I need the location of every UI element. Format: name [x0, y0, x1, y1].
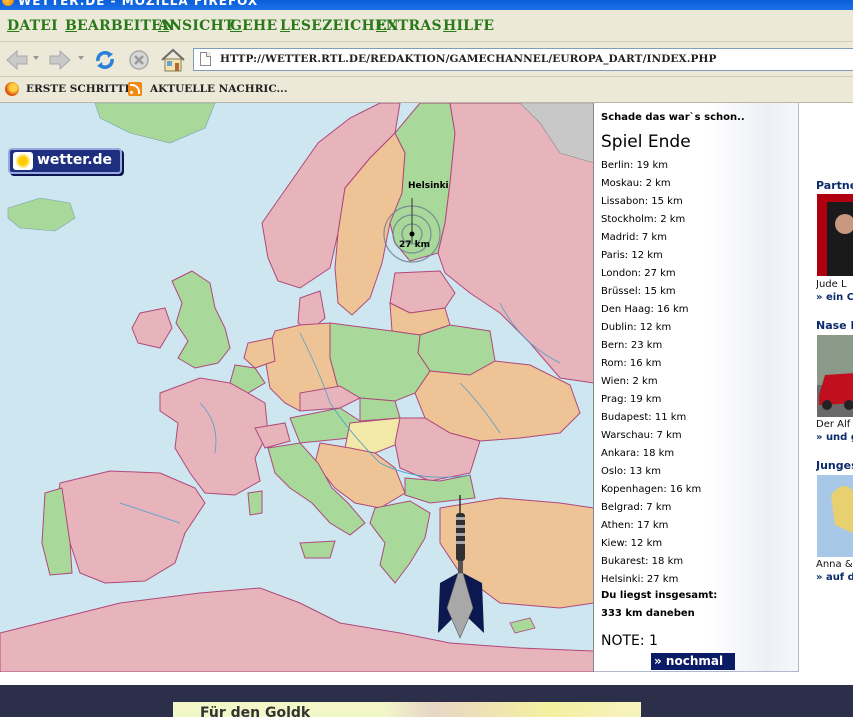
result-item: Kiew: 12 km [601, 538, 663, 549]
sidebar-section-heading[interactable]: Partne [816, 179, 853, 192]
grade-note: NOTE: 1 [601, 633, 658, 649]
sidebar-thumbnail[interactable] [817, 194, 853, 276]
wetter-de-logo[interactable]: wetter.de [8, 148, 122, 174]
result-item: Kopenhagen: 16 km [601, 484, 702, 495]
menu-hilfe[interactable]: Hilfe [443, 18, 494, 34]
menu-ansicht[interactable]: Ansicht [158, 18, 235, 34]
banner-text: Für den Goldk [200, 705, 311, 717]
europe-dart-map[interactable]: wetter.de Helsinki 27 km [0, 103, 594, 672]
logo-text: wetter.de [37, 152, 113, 168]
bookmark-erste-schritte[interactable]: Erste Schritte [26, 83, 133, 95]
sidebar-link[interactable]: » und g [816, 432, 853, 443]
result-item: Belgrad: 7 km [601, 502, 672, 513]
forward-arrow-icon[interactable] [46, 46, 74, 74]
page-icon [200, 52, 211, 66]
europe-map-graphic [0, 103, 593, 672]
page-content: wetter.de Helsinki 27 km Schade das war`… [0, 103, 853, 685]
result-item: Athen: 17 km [601, 520, 669, 531]
result-item: Stockholm: 2 km [601, 214, 686, 225]
browser-window: wetter.de - Mozilla Firefox Datei Bearbe… [0, 0, 853, 717]
result-item: London: 27 km [601, 268, 676, 279]
title-bar: wetter.de - Mozilla Firefox [0, 0, 853, 10]
reload-icon[interactable] [91, 46, 119, 74]
result-item: Prag: 19 km [601, 394, 662, 405]
rss-feed-icon [128, 82, 142, 96]
result-item: Brüssel: 15 km [601, 286, 676, 297]
game-over-title: Spiel Ende [601, 132, 691, 152]
target-city-label: Helsinki [408, 181, 449, 191]
result-item: Rom: 16 km [601, 358, 662, 369]
menu-datei[interactable]: Datei [7, 18, 58, 34]
bookmark-aktuelle-nachrichten[interactable]: Aktuelle Nachric... [150, 83, 287, 95]
sun-icon [13, 152, 33, 170]
firefox-icon [2, 0, 14, 6]
window-title: wetter.de - Mozilla Firefox [18, 0, 259, 8]
menu-extras[interactable]: Extras [376, 18, 442, 34]
result-item: Madrid: 7 km [601, 232, 667, 243]
result-item: Warschau: 7 km [601, 430, 682, 441]
sidebar-link[interactable]: » auf d [816, 572, 853, 583]
game-over-message: Schade das war`s schon.. [601, 112, 745, 123]
stop-icon[interactable] [125, 46, 153, 74]
sidebar-thumbnail[interactable] [817, 335, 853, 417]
sidebar-caption: Der Alf [816, 419, 851, 430]
sidebar-link[interactable]: » ein C [816, 292, 853, 303]
sidebar-section-heading[interactable]: Nase K [816, 319, 853, 332]
results-panel: Schade das war`s schon.. Spiel Ende Berl… [594, 103, 799, 672]
forward-history-dropdown[interactable] [78, 56, 84, 60]
result-item: Den Haag: 16 km [601, 304, 689, 315]
total-distance-label: Du liegst insgesamt: [601, 590, 718, 601]
back-arrow-icon[interactable] [3, 46, 31, 74]
result-item: Ankara: 18 km [601, 448, 675, 459]
page-footer: Für den Goldk [0, 685, 853, 717]
menu-gehe[interactable]: Gehe [230, 18, 277, 34]
right-sidebar: Partne Jude L » ein C Nase K Der Alf » u… [816, 103, 853, 685]
results-list: Berlin: 19 km Moskau: 2 km Lissabon: 15 … [601, 157, 701, 589]
menu-bar: Datei Bearbeiten Ansicht Gehe Lesezeiche… [0, 10, 853, 42]
back-history-dropdown[interactable] [33, 56, 39, 60]
result-item: Moskau: 2 km [601, 178, 671, 189]
distance-label: 27 km [399, 240, 431, 250]
result-item: Helsinki: 27 km [601, 574, 679, 585]
sidebar-caption: Anna & [816, 559, 853, 570]
result-item: Budapest: 11 km [601, 412, 687, 423]
total-distance-value: 333 km daneben [601, 608, 695, 619]
firefox-bookmark-icon [5, 82, 19, 96]
sidebar-caption: Jude L [816, 279, 847, 290]
result-item: Paris: 12 km [601, 250, 663, 261]
bookmarks-toolbar: Erste Schritte Aktuelle Nachric... [0, 77, 853, 103]
result-item: Berlin: 19 km [601, 160, 669, 171]
play-again-button[interactable]: » nochmal [651, 653, 735, 670]
result-item: Dublin: 12 km [601, 322, 672, 333]
url-bar[interactable]: http://wetter.rtl.de/redaktion/gamechann… [193, 48, 853, 71]
navigation-toolbar: http://wetter.rtl.de/redaktion/gamechann… [0, 42, 853, 77]
sidebar-section-heading[interactable]: Junges [816, 459, 853, 472]
result-item: Wien: 2 km [601, 376, 658, 387]
url-text[interactable]: http://wetter.rtl.de/redaktion/gamechann… [220, 53, 717, 65]
result-item: Bukarest: 18 km [601, 556, 684, 567]
advertisement-banner[interactable]: Für den Goldk [173, 702, 641, 717]
result-item: Bern: 23 km [601, 340, 663, 351]
result-item: Oslo: 13 km [601, 466, 661, 477]
home-icon[interactable] [159, 46, 187, 74]
result-item: Lissabon: 15 km [601, 196, 683, 207]
sidebar-thumbnail[interactable] [817, 475, 853, 557]
